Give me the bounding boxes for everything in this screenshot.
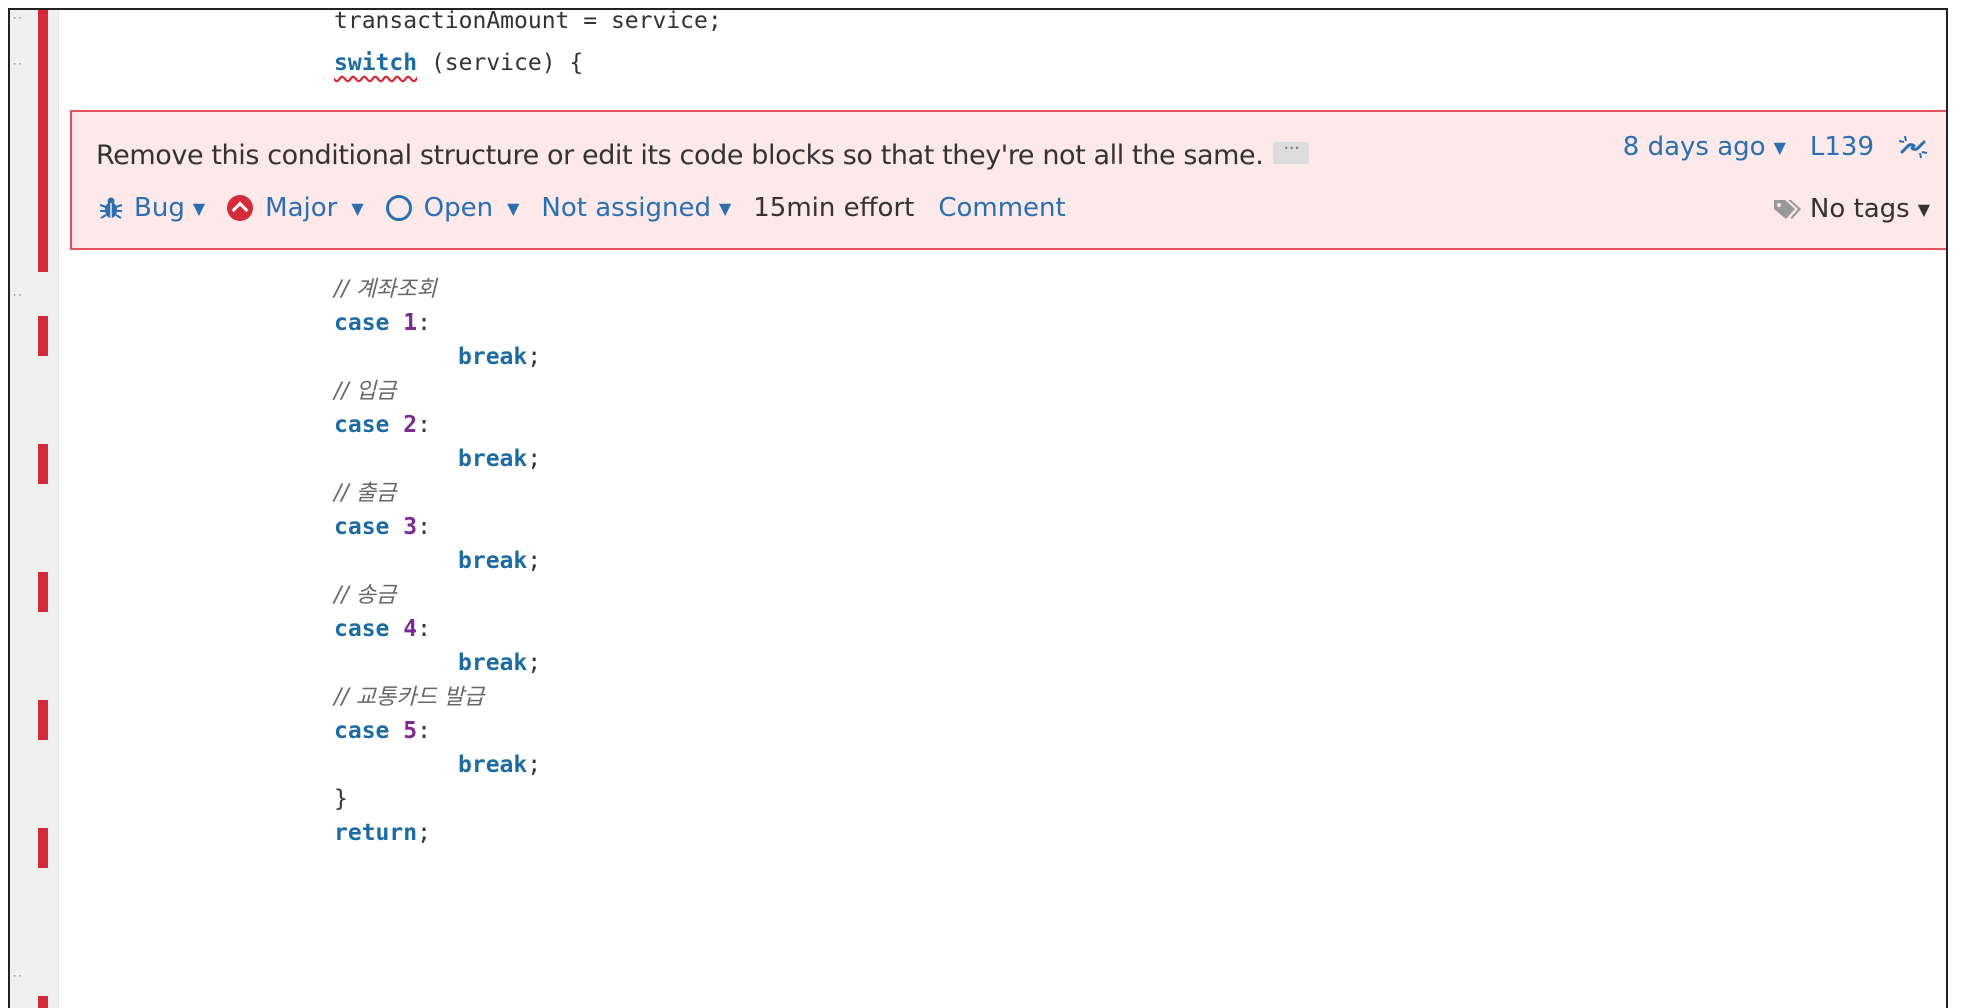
code-line: switch (service) { [334, 50, 584, 76]
gutter-ellipsis[interactable]: ·· [12, 972, 23, 982]
code-comment: // 입금 [334, 379, 397, 404]
severity-label: Major [265, 193, 338, 223]
code-line: case 2: [334, 412, 431, 438]
code-viewer: ·· ·· ·· ·· transactionAmount = service;… [8, 8, 1948, 1008]
uncovered-line-marker [38, 700, 48, 740]
gutter-ellipsis[interactable]: ·· [12, 14, 23, 24]
uncovered-line-marker [38, 444, 48, 484]
code-line: break; [458, 344, 542, 370]
caret-down-icon: ▼ [192, 198, 206, 218]
caret-down-icon: ▼ [351, 198, 364, 218]
age-label: 8 days ago [1622, 132, 1766, 162]
tags-dropdown[interactable]: No tags ▼ [1772, 194, 1930, 224]
assignee-label: Not assigned [541, 193, 711, 223]
effort-label: 15min effort [753, 193, 915, 223]
code-line: break; [458, 446, 542, 472]
tag-icon [1773, 200, 1801, 219]
issue-info: 8 days ago ▼ L139 [1623, 132, 1930, 162]
status-label: Open [423, 193, 494, 223]
caret-down-icon: ▼ [507, 198, 520, 218]
code-line: return; [334, 820, 431, 846]
caret-down-icon: ▼ [1917, 199, 1930, 219]
major-severity-icon [227, 195, 254, 221]
issue-meta-row: Bug ▼ Major ▼ Open ▼ Not assigned ▼ 15mi… [98, 190, 1066, 226]
code-line: case 4: [334, 616, 431, 642]
more-details-button[interactable]: ··· [1273, 139, 1310, 164]
code-comment: // 계좌조회 [334, 277, 437, 302]
issue-type-dropdown[interactable]: Bug ▼ [98, 193, 205, 223]
code-line: case 3: [334, 514, 431, 540]
line-gutter: ·· ·· ·· ·· [10, 10, 59, 1008]
uncovered-line-marker [38, 10, 48, 272]
bug-icon [99, 197, 123, 219]
caret-down-icon: ▼ [1773, 137, 1786, 157]
issue-box[interactable]: Remove this conditional structure or edi… [70, 110, 1946, 250]
gutter-ellipsis[interactable]: ·· [12, 291, 23, 301]
open-status-icon [385, 195, 412, 221]
assignee-dropdown[interactable]: Not assigned ▼ [541, 193, 731, 223]
code-comment: // 송금 [334, 583, 397, 608]
caret-down-icon: ▼ [718, 198, 732, 218]
severity-dropdown[interactable]: Major ▼ [227, 193, 364, 223]
switch-keyword[interactable]: switch [334, 50, 417, 76]
tags-label: No tags [1809, 194, 1910, 224]
comment-link[interactable]: Comment [938, 193, 1065, 223]
code-line: case 1: [334, 310, 431, 336]
uncovered-line-marker [38, 828, 48, 868]
line-reference-link[interactable]: L139 [1810, 132, 1874, 162]
code-line: break; [458, 650, 542, 676]
code-line: break; [458, 548, 542, 574]
code-line: break; [458, 752, 542, 778]
code-comment: // 출금 [334, 481, 397, 506]
issue-type-label: Bug [134, 193, 185, 223]
code-line: case 5: [334, 718, 431, 744]
age-dropdown[interactable]: 8 days ago ▼ [1623, 132, 1786, 162]
uncovered-line-marker [38, 996, 48, 1008]
code-line: transactionAmount = service; [334, 8, 722, 34]
issue-message[interactable]: Remove this conditional structure or edi… [96, 139, 1310, 171]
gutter-ellipsis[interactable]: ·· [12, 60, 23, 70]
uncovered-line-marker [38, 572, 48, 612]
uncovered-line-marker [38, 316, 48, 356]
link-icon[interactable] [1896, 132, 1930, 162]
code-line: } [334, 786, 348, 812]
status-dropdown[interactable]: Open ▼ [385, 193, 520, 223]
code-comment: // 교통카드 발급 [334, 685, 485, 710]
